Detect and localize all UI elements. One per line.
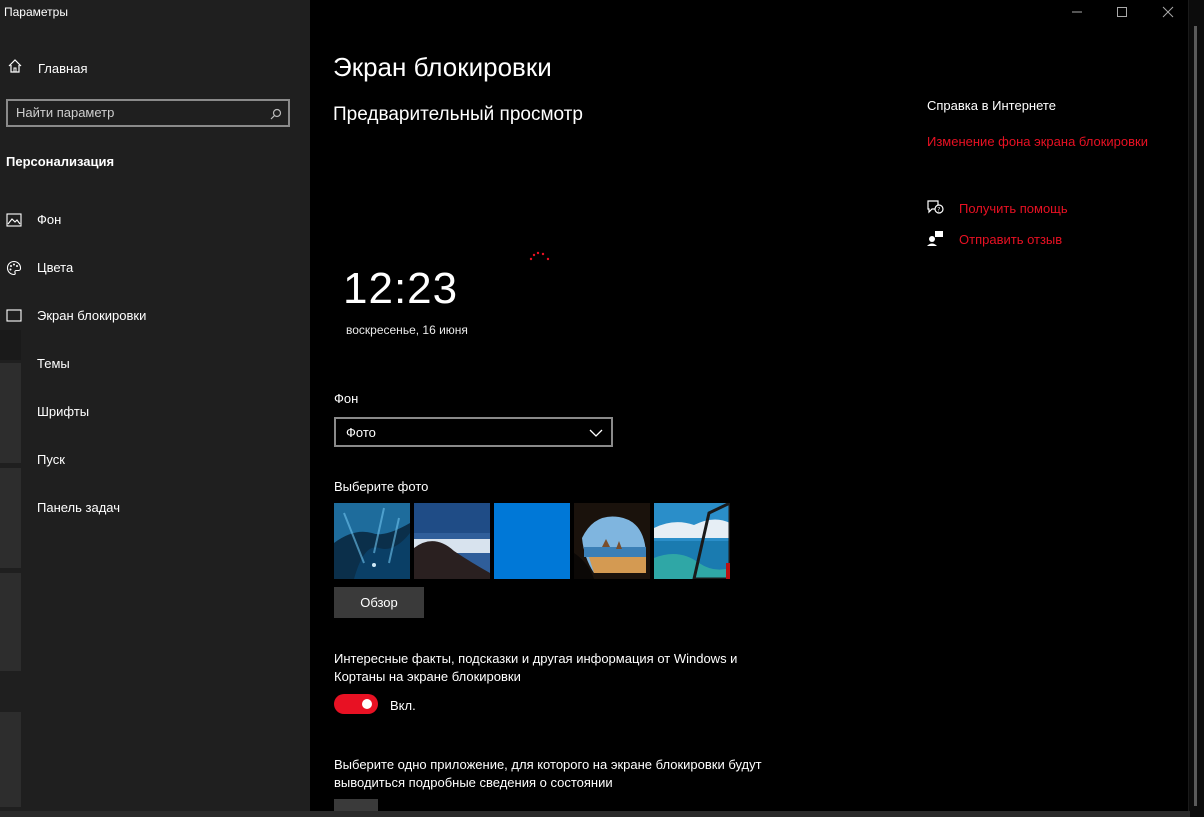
loading-spinner-icon	[529, 250, 551, 269]
sidebar-item-lock-screen[interactable]: Экран блокировки	[0, 301, 310, 331]
feedback-icon	[926, 230, 944, 251]
preview-date: воскресенье, 16 июня	[346, 323, 468, 337]
palette-icon	[6, 260, 22, 281]
search-box[interactable]	[6, 99, 290, 127]
photo-thumbnail-window-sea[interactable]	[654, 503, 730, 579]
change-background-link[interactable]: Изменение фона экрана блокировки	[927, 134, 1148, 149]
fun-facts-toggle[interactable]	[334, 694, 378, 714]
sidebar-item-themes[interactable]: Темы	[0, 349, 310, 379]
background-label: Фон	[334, 391, 359, 406]
sidebar-item-label: Цвета	[37, 260, 74, 275]
chevron-down-icon	[589, 426, 603, 444]
chat-help-icon: ?	[926, 199, 944, 220]
browse-button[interactable]: Обзор	[334, 587, 424, 618]
photo-thumbnail-volcano[interactable]	[414, 503, 490, 579]
section-title: Персонализация	[6, 154, 115, 169]
preview-clock: 12:23	[343, 264, 459, 313]
sidebar-item-label: Шрифты	[37, 404, 90, 419]
background-window-edge	[0, 330, 21, 360]
sidebar-item-label: Темы	[37, 356, 70, 371]
photo-thumbnail-rock-arch[interactable]	[574, 503, 650, 579]
sidebar-item-taskbar[interactable]: Панель задач	[0, 493, 310, 523]
scrollbar-thumb[interactable]	[1194, 26, 1197, 806]
background-select[interactable]: Фото	[334, 417, 613, 447]
photo-thumbnail-ice-cave[interactable]	[334, 503, 410, 579]
page-title: Экран блокировки	[333, 52, 552, 82]
lock-screen-icon	[6, 308, 22, 329]
sidebar-item-home[interactable]: Главная	[0, 56, 310, 82]
fun-facts-text: Интересные факты, подсказки и другая инф…	[334, 651, 738, 684]
home-icon	[7, 58, 23, 79]
taskbar-edge	[0, 811, 1190, 817]
background-window-edge	[0, 468, 21, 568]
send-feedback-link[interactable]: Отправить отзыв	[959, 232, 1062, 247]
search-input[interactable]	[16, 105, 256, 120]
sidebar-item-background[interactable]: Фон	[0, 205, 310, 235]
sidebar-item-label: Фон	[37, 212, 62, 227]
close-icon[interactable]	[1160, 4, 1176, 20]
photo-thumbnail-blue[interactable]	[494, 503, 570, 579]
sidebar-item-fonts[interactable]: Шрифты	[0, 397, 310, 427]
maximize-icon[interactable]	[1114, 4, 1130, 20]
sidebar: Параметры Главная Персонализация Фон Цве…	[0, 0, 310, 817]
choose-photo-label: Выберите фото	[334, 479, 429, 494]
app-status-text: Выберите одно приложение, для которого н…	[334, 757, 762, 790]
background-window-edge	[0, 712, 21, 807]
window-title: Параметры	[4, 5, 68, 19]
help-heading: Справка в Интернете	[927, 98, 1056, 113]
sidebar-item-start[interactable]: Пуск	[0, 445, 310, 475]
search-icon[interactable]	[270, 107, 282, 125]
sidebar-item-label: Экран блокировки	[37, 308, 147, 323]
svg-text:?: ?	[937, 207, 940, 214]
background-window-edge	[0, 573, 21, 671]
background-window-edge	[0, 363, 21, 463]
minimize-icon[interactable]	[1069, 4, 1085, 20]
sidebar-item-colors[interactable]: Цвета	[0, 253, 310, 283]
background-select-value: Фото	[346, 425, 376, 440]
sidebar-item-label: Пуск	[37, 452, 65, 467]
get-help-link[interactable]: Получить помощь	[959, 201, 1068, 216]
image-icon	[6, 212, 22, 233]
preview-heading: Предварительный просмотр	[333, 104, 583, 125]
sidebar-item-label: Главная	[38, 61, 88, 76]
toggle-knob	[362, 699, 372, 709]
toggle-state-label: Вкл.	[390, 698, 416, 713]
sidebar-item-label: Панель задач	[37, 500, 121, 515]
scrollbar[interactable]	[1188, 0, 1204, 817]
